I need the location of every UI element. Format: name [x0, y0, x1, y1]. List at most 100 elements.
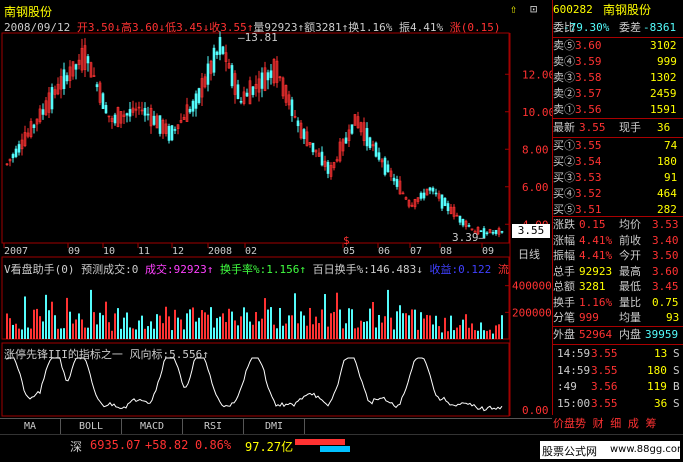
volume-bar — [153, 328, 155, 339]
latest-row: 最新 3.55 现手 36 — [553, 121, 671, 134]
candle-body — [311, 142, 315, 153]
volume-bar — [141, 315, 143, 339]
y-tick-label: 12.00 — [522, 68, 552, 81]
tick-row: 15:00 3.55 36 S — [557, 396, 680, 410]
market-amount: 97.27亿 — [245, 440, 294, 454]
volume-bar — [498, 324, 500, 339]
tab-boll[interactable]: BOLL — [61, 419, 122, 434]
panel-tabs[interactable]: 价盘势 财 细 成 筹 — [553, 416, 683, 432]
volume-bar — [489, 329, 491, 339]
candle-body — [125, 113, 129, 116]
candle-body — [458, 215, 462, 223]
candle-body — [500, 231, 504, 233]
volume-bar — [291, 315, 293, 339]
volume-bar — [300, 311, 302, 339]
candle-body — [173, 129, 177, 131]
volume-bar — [348, 308, 350, 339]
volume-bar — [63, 328, 65, 339]
volume-bar — [396, 311, 398, 339]
buy-level-row: 买② 3.54 180 — [553, 155, 677, 168]
y-tick-label: 8.00 — [522, 143, 549, 156]
volume-bar — [357, 327, 359, 339]
stat-row: 换手 1.16% 量比 0.75 — [553, 295, 679, 309]
candle-body — [143, 107, 147, 116]
volume-bar — [135, 329, 137, 339]
volume-bar — [42, 321, 44, 339]
volume-bar — [261, 318, 263, 339]
volume-bar — [255, 312, 257, 339]
volume-bar — [243, 307, 245, 339]
volume-bar — [294, 293, 296, 339]
volume-bar — [84, 327, 86, 339]
volume-bar — [36, 308, 38, 339]
volume-bar — [231, 311, 233, 339]
volume-bar — [216, 318, 218, 339]
tab-ma[interactable]: MA — [0, 419, 61, 434]
volume-bar — [414, 309, 416, 339]
candle-body — [17, 144, 21, 153]
candle-body — [158, 115, 162, 134]
volume-bar — [315, 316, 317, 339]
volume-bar — [390, 317, 392, 339]
volume-bar — [114, 313, 116, 339]
volume-bar — [420, 312, 422, 339]
tick-row: 14:59 3.55 180 S — [557, 363, 680, 377]
candle-body — [152, 115, 156, 125]
volume-bar — [45, 294, 47, 339]
volume-bar — [123, 317, 125, 339]
volume-bar — [228, 308, 230, 339]
buy-level-row: 买③ 3.53 91 — [553, 171, 678, 184]
volume-bar — [477, 330, 479, 339]
volume-bar — [423, 318, 425, 339]
tab-rsi[interactable]: RSI — [183, 419, 244, 434]
volume-bar — [207, 314, 209, 339]
volume-bar — [303, 315, 305, 339]
volume-bar — [81, 319, 83, 339]
volume-bar — [132, 328, 134, 339]
candle-body — [446, 203, 450, 212]
volume-bar — [429, 315, 431, 339]
volume-bar — [39, 316, 41, 339]
candle-body — [113, 114, 117, 124]
volume-bar — [54, 315, 56, 339]
volume-bar — [363, 321, 365, 339]
tab-macd[interactable]: MACD — [122, 419, 183, 434]
outer-inner-row: 外盘 52964 内盘 39959 — [553, 328, 679, 341]
volume-bar — [78, 313, 80, 339]
volume-bar — [192, 307, 194, 339]
stat-row: 总额 3281 最低 3.45 — [553, 280, 679, 293]
volume-bar — [189, 309, 191, 339]
indicator-line — [5, 357, 503, 412]
volume-bar — [456, 327, 458, 339]
x-tick-label: 06 — [378, 246, 390, 257]
stat-row: 涨跌 0.15 均价 3.53 — [553, 218, 679, 231]
candle-body — [62, 69, 66, 90]
buy-level-row: 买④ 3.52 464 — [553, 187, 677, 200]
volume-bar — [198, 317, 200, 339]
index-value: 6935.07 — [90, 438, 141, 452]
volume-bar — [111, 330, 113, 339]
tick-row: 14:59 3.55 13 S — [557, 347, 680, 360]
volume-bar — [48, 310, 50, 339]
candle-body — [95, 84, 99, 88]
volume-bar — [276, 328, 278, 339]
max-price-label: —13.81 — [238, 31, 278, 44]
volume-bar — [447, 331, 449, 339]
candle-body — [11, 154, 15, 159]
x-tick-label: 10 — [103, 246, 115, 257]
ind-y-tick-label: 0.00 — [522, 404, 549, 417]
volume-bar — [72, 323, 74, 339]
vol-y-tick-label: 200000 — [512, 306, 552, 319]
volume-bar — [30, 328, 32, 339]
volume-bar — [462, 319, 464, 339]
volume-bar — [180, 319, 182, 339]
volume-bar — [336, 292, 338, 339]
volume-bar — [450, 315, 452, 339]
tick-row: :49 3.56 119 B — [557, 380, 680, 393]
volume-bar — [279, 307, 281, 339]
tab-dmi[interactable]: DMI — [244, 419, 305, 434]
candle-body — [260, 72, 264, 89]
buy-level-row: 买① 3.55 74 — [553, 139, 678, 152]
period-label[interactable]: 日线 — [518, 246, 540, 262]
x-tick-label: 07 — [410, 246, 422, 257]
